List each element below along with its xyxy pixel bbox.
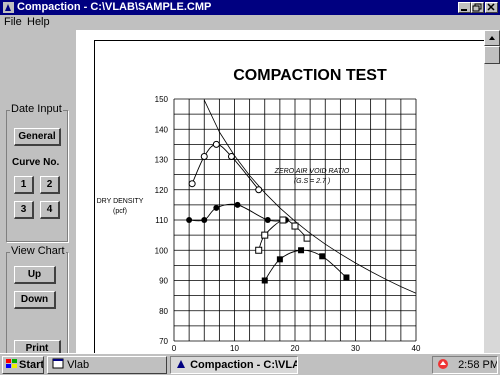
x-tick-label: 30 [351,344,360,353]
menu-file[interactable]: File [4,16,22,28]
close-icon [487,3,495,11]
series-4-point [298,247,305,254]
up-button[interactable]: Up [14,266,56,284]
taskbar-vlab[interactable]: Vlab [47,356,167,374]
series-1-point [188,180,196,188]
series-2-point [186,217,193,223]
curve-2-button[interactable]: 2 [40,176,60,194]
scroll-up-button[interactable] [484,30,500,46]
series-1-point [255,186,263,194]
series-2-point [234,201,241,208]
y-tick-label: 80 [159,307,168,316]
down-button[interactable]: Down [14,291,56,309]
y-axis-label: DRY DENSITY [97,198,144,205]
y-tick-label: 120 [155,186,169,195]
arrow-up-icon [489,36,495,40]
zav-annotation: ZERO AIR VOID RATIO [274,168,350,175]
menu-bar: File Help [0,15,500,30]
volume-icon[interactable] [437,358,449,370]
series-4-point [343,274,350,281]
y-tick-label: 100 [155,246,169,255]
curve-4-button[interactable]: 4 [40,201,60,219]
y-tick-label: 90 [159,277,168,286]
title-bar: Compaction - C:\VLAB\SAMPLE.CMP [0,0,500,15]
vertical-scrollbar[interactable] [484,30,500,353]
date-input-label: Date Input [10,103,63,115]
control-panel: Date Input General Curve No. 1 2 3 4 Vie… [0,30,74,358]
view-chart-label: View Chart [10,245,66,257]
app-icon [3,2,14,13]
x-tick-label: 40 [412,344,421,353]
series-3-point [255,246,263,254]
curve-3-button[interactable]: 3 [14,201,34,219]
y-tick-label: 110 [155,216,168,225]
series-4-point [261,277,268,284]
y-axis-unit: (pcf) [113,208,127,215]
compaction-chart: COMPACTION TEST 0 10 20 30 40 70 80 90 100 110 120 1… [97,67,421,353]
series-2-point [213,204,220,211]
x-tick-label: 0 [172,344,177,353]
menu-help[interactable]: Help [27,16,50,28]
chart-title: COMPACTION TEST [233,67,387,84]
curve-1-button[interactable]: 1 [14,176,34,194]
chart-area: COMPACTION TEST 0 10 20 30 40 70 80 90 100 110 120 1… [76,30,485,354]
taskbar: Start Vlab Compaction - C:\VLA... 2:58 P… [0,353,500,375]
series-1-point [212,140,220,148]
general-button[interactable]: General [14,128,61,146]
y-tick-label: 140 [155,125,169,134]
series-4-point [276,256,283,263]
x-tick-label: 20 [291,344,300,353]
y-tick-label: 70 [159,337,168,346]
taskbar-compaction[interactable]: Compaction - C:\VLA... [170,356,298,374]
y-tick-label: 130 [155,156,169,165]
series-1-point [200,152,208,160]
compaction-icon [177,360,185,368]
series-4-point [319,253,326,260]
restore-icon [472,3,482,12]
curve-no-label: Curve No. [12,157,60,168]
series-3-point [279,216,287,224]
x-tick-label: 10 [230,344,239,353]
y-tick-label: 150 [155,95,169,104]
start-button[interactable]: Start [2,356,44,374]
series-1-point [227,152,235,160]
series-3-point [261,231,269,239]
series-3-point [303,234,311,242]
scroll-thumb[interactable] [484,46,500,64]
clock: 2:58 PM [458,359,498,371]
system-tray: 2:58 PM [432,356,498,374]
start-label: Start [19,359,44,371]
taskbar-vlab-label: Vlab [67,359,90,371]
minimize-button[interactable] [458,2,471,13]
close-button[interactable] [485,2,498,13]
vlab-icon [52,358,64,369]
series-2-point [264,217,271,223]
zav-annotation-gs: (G.S = 2.7 ) [294,178,330,185]
taskbar-compaction-label: Compaction - C:\VLA... [190,359,298,371]
series-3-point [291,222,299,230]
windows-logo-icon [6,359,17,368]
window-title: Compaction - C:\VLAB\SAMPLE.CMP [17,1,212,13]
series-1-curve [191,143,260,191]
maximize-button[interactable] [471,2,484,13]
minimize-icon [461,9,467,11]
series-2-point [201,217,208,223]
